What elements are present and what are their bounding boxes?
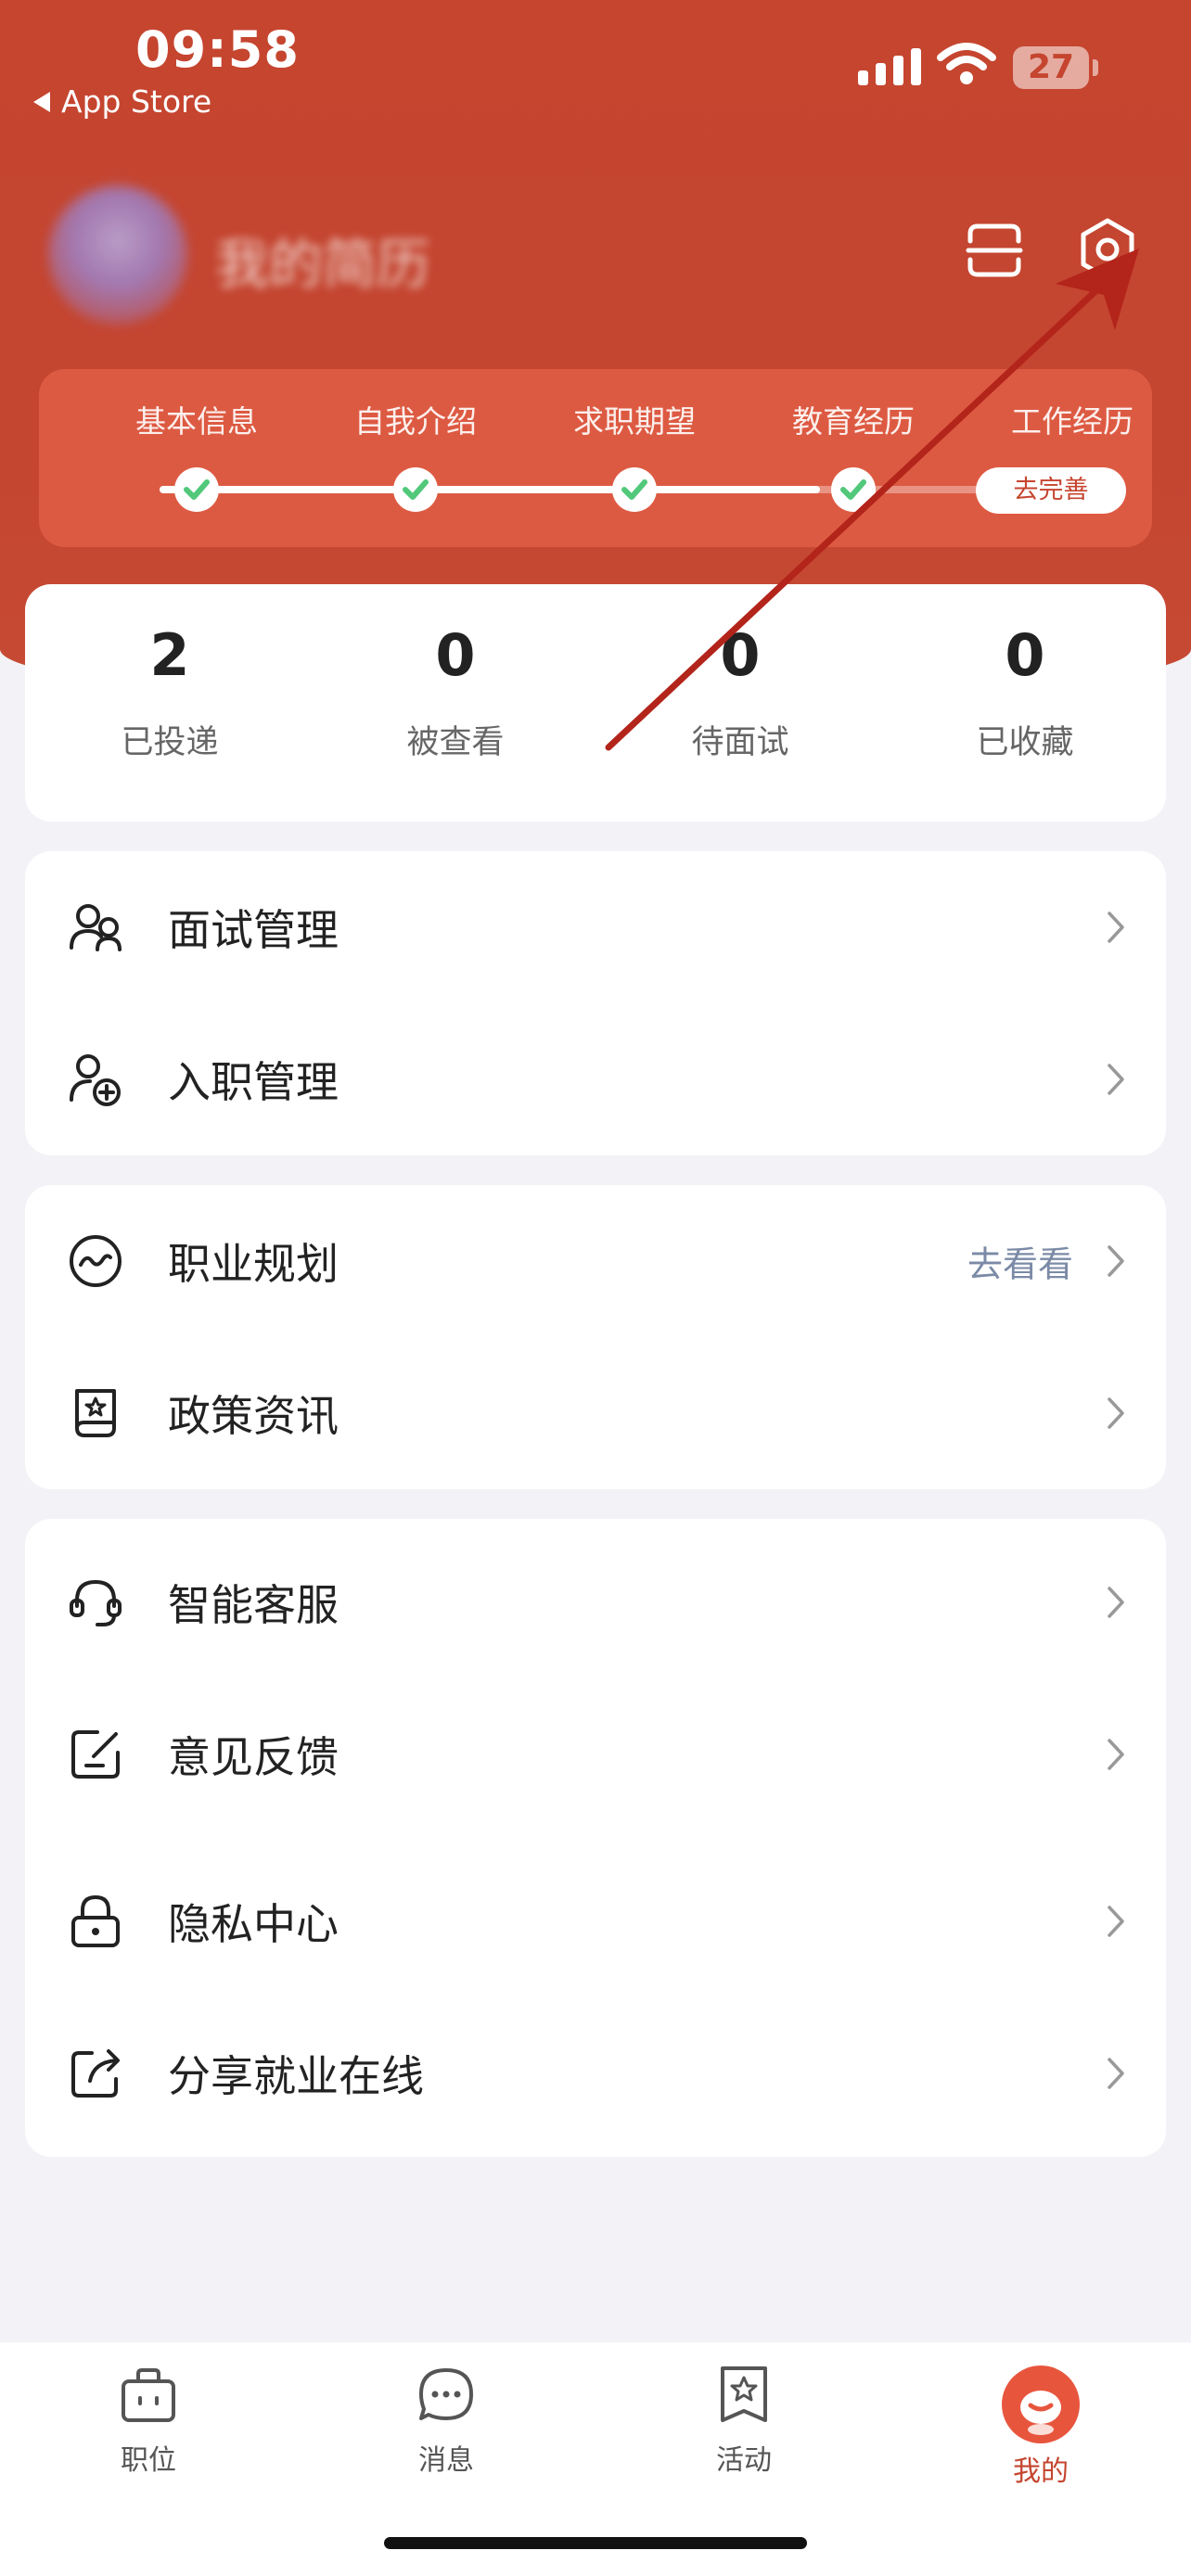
chevron-right-icon: [1108, 1739, 1124, 1770]
progress-track-fill: [160, 486, 820, 493]
lock-icon: [71, 1894, 120, 1947]
interview-users-icon: [70, 904, 122, 951]
stat-value: 0: [720, 621, 761, 689]
headset-icon: [70, 1579, 122, 1626]
menu-item-feedback[interactable]: 意见反馈: [25, 1678, 1166, 1830]
menu-item-label: 隐私中心: [168, 1899, 339, 1949]
menu-item-onboarding-management[interactable]: 入职管理: [25, 1003, 1166, 1155]
add-user-icon: [70, 1054, 121, 1106]
complete-profile-button[interactable]: 去完善: [976, 467, 1126, 514]
step-self-intro[interactable]: 自我介绍: [323, 397, 508, 441]
tab-label: 我的: [1013, 2455, 1069, 2488]
stat-label: 待面试: [691, 724, 789, 761]
wifi-icon: [937, 43, 996, 84]
tab-jobs[interactable]: 职位: [56, 2365, 241, 2478]
settings-gear-icon[interactable]: [1076, 217, 1139, 282]
home-indicator: [384, 2537, 807, 2549]
briefcase-icon: [122, 2368, 175, 2422]
back-app-label: App Store: [61, 83, 212, 120]
tab-label: 消息: [418, 2444, 474, 2477]
battery-indicator: 27: [1013, 46, 1089, 89]
menu-item-policy-news[interactable]: 政策资讯: [25, 1337, 1166, 1489]
scan-icon[interactable]: [965, 221, 1024, 280]
star-bookmark-icon: [721, 2366, 767, 2422]
tab-mine[interactable]: 我的: [948, 2365, 1133, 2489]
check-icon: [831, 467, 876, 512]
stat-label: 已投递: [121, 724, 219, 761]
chevron-right-icon: [1108, 1064, 1124, 1095]
menu-item-career-planning[interactable]: 职业规划 去看看: [25, 1185, 1166, 1337]
back-triangle-icon: [33, 91, 50, 112]
menu-item-label: 分享就业在线: [168, 2051, 424, 2101]
chevron-right-icon: [1108, 1397, 1124, 1429]
tab-label: 活动: [716, 2444, 772, 2477]
menu-item-label: 智能客服: [168, 1580, 339, 1630]
stat-favorited[interactable]: 0 已收藏: [904, 627, 1146, 763]
avatar[interactable]: [48, 185, 187, 325]
tab-activities[interactable]: 活动: [651, 2365, 837, 2478]
chevron-right-icon: [1108, 1245, 1124, 1277]
chevron-right-icon: [1108, 1587, 1124, 1618]
share-icon: [71, 2049, 120, 2098]
cellular-signal-icon: [858, 48, 921, 85]
stat-label: 已收藏: [976, 724, 1074, 761]
chevron-right-icon: [1108, 912, 1124, 943]
stat-submitted[interactable]: 2 已投递: [49, 627, 290, 763]
policy-news-icon: [75, 1389, 116, 1437]
check-icon: [393, 467, 438, 512]
menu-item-label: 政策资讯: [168, 1391, 339, 1441]
my-resume-link[interactable]: 我的简历: [215, 221, 430, 299]
step-basic-info[interactable]: 基本信息: [104, 397, 289, 441]
menu-group-support: 智能客服 意见反馈 隐私中心 分享就业在线: [25, 1519, 1166, 2157]
stat-value: 2: [149, 621, 190, 689]
step-job-expectation[interactable]: 求职期望: [542, 397, 727, 441]
feedback-edit-icon: [71, 1730, 120, 1779]
stat-value: 0: [435, 621, 476, 689]
menu-group-management: 面试管理 入职管理: [25, 851, 1166, 1155]
go-see-link[interactable]: 去看看: [967, 1236, 1073, 1287]
stats-card: 2 已投递 0 被查看 0 待面试 0 已收藏: [25, 584, 1166, 822]
chevron-right-icon: [1108, 1906, 1124, 1937]
status-time: 09:58: [135, 20, 300, 79]
stat-pending-interview[interactable]: 0 待面试: [620, 627, 861, 763]
stat-viewed[interactable]: 0 被查看: [335, 627, 576, 763]
menu-item-privacy-center[interactable]: 隐私中心: [25, 1845, 1166, 1997]
battery-tip: [1093, 59, 1098, 76]
menu-item-interview-management[interactable]: 面试管理: [25, 851, 1166, 1003]
chat-bubble-icon: [419, 2368, 473, 2420]
chevron-right-icon: [1108, 2058, 1124, 2089]
career-wave-icon: [70, 1235, 122, 1287]
back-to-app-store[interactable]: App Store: [33, 83, 211, 120]
stat-value: 0: [1005, 621, 1045, 689]
menu-item-label: 意见反馈: [168, 1732, 339, 1782]
menu-item-smart-service[interactable]: 智能客服: [25, 1526, 1166, 1678]
menu-item-label: 职业规划: [168, 1239, 339, 1289]
menu-item-label: 入职管理: [168, 1057, 339, 1107]
resume-progress-card: 基本信息 自我介绍 求职期望 教育经历 工作经历 去完善: [39, 369, 1152, 547]
menu-group-career: 职业规划 去看看 政策资讯: [25, 1185, 1166, 1489]
menu-item-share[interactable]: 分享就业在线: [25, 1997, 1166, 2149]
tab-label: 职位: [121, 2444, 176, 2477]
check-icon: [612, 467, 657, 512]
step-work-experience[interactable]: 工作经历: [980, 397, 1165, 441]
profile-avatar-icon: [1002, 2366, 1080, 2443]
stat-label: 被查看: [406, 724, 505, 761]
check-icon: [174, 467, 219, 512]
menu-item-label: 面试管理: [168, 905, 339, 955]
tab-messages[interactable]: 消息: [353, 2365, 539, 2478]
step-education[interactable]: 教育经历: [761, 397, 946, 441]
